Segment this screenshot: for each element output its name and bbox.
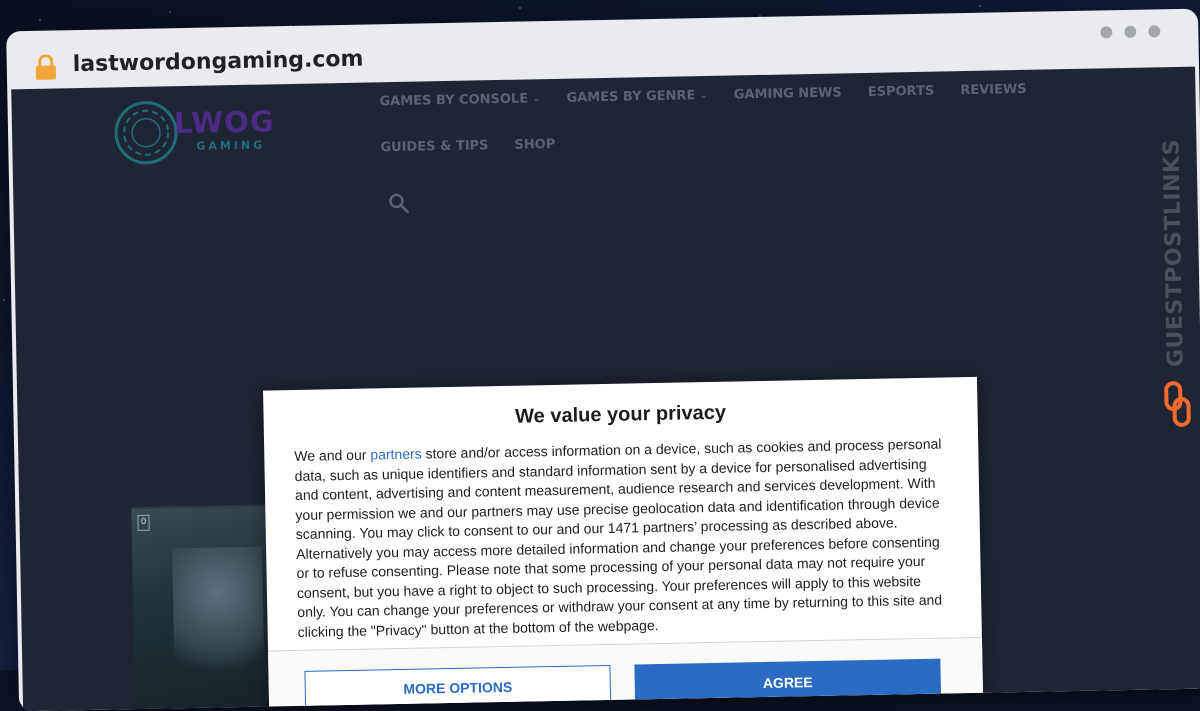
nav-label: GAMES BY CONSOLE bbox=[379, 90, 529, 109]
privacy-consent-dialog: We value your privacy We and our partner… bbox=[263, 376, 984, 711]
nav-label: GAMING NEWS bbox=[733, 84, 842, 102]
window-dot-1[interactable] bbox=[1100, 26, 1113, 39]
consent-body: We and our partners store and/or access … bbox=[294, 434, 954, 642]
partners-link[interactable]: partners bbox=[370, 446, 422, 463]
nav-games-by-genre[interactable]: GAMES BY GENRE ⌄ bbox=[566, 75, 734, 116]
lock-icon bbox=[35, 54, 57, 80]
nav-label: SHOP bbox=[514, 136, 556, 153]
article-thumbnail[interactable]: 0 bbox=[131, 504, 286, 710]
logo-text: LWOG bbox=[173, 104, 275, 141]
consent-text-end: store and/or access information on a dev… bbox=[294, 435, 943, 640]
chain-link-icon bbox=[1164, 381, 1191, 427]
guestpostlinks-watermark: GUESTPOSTLINKS bbox=[1154, 117, 1196, 428]
chevron-down-icon: ⌄ bbox=[532, 92, 541, 104]
nav-reviews[interactable]: REVIEWS bbox=[960, 69, 1053, 109]
search-icon[interactable] bbox=[387, 192, 409, 214]
more-options-button[interactable]: MORE OPTIONS bbox=[304, 664, 612, 711]
main-nav: GAMES BY CONSOLE ⌄ GAMES BY GENRE ⌄ GAMI… bbox=[379, 68, 1100, 166]
nav-esports[interactable]: ESPORTS bbox=[867, 71, 960, 111]
address-bar-url[interactable]: lastwordongaming.com bbox=[73, 47, 364, 78]
thumbnail-tag: 0 bbox=[137, 514, 150, 532]
page-viewport: LWOG GAMING GAMES BY CONSOLE ⌄ GAMES BY … bbox=[11, 66, 1200, 711]
agree-button[interactable]: AGREE bbox=[634, 658, 942, 707]
nav-guides-tips[interactable]: GUIDES & TIPS bbox=[380, 126, 515, 167]
window-dot-2[interactable] bbox=[1124, 25, 1137, 38]
watermark-text: GUESTPOSTLINKS bbox=[1159, 138, 1189, 368]
window-controls bbox=[1100, 25, 1161, 39]
nav-games-by-console[interactable]: GAMES BY CONSOLE ⌄ bbox=[379, 79, 567, 121]
nav-label: REVIEWS bbox=[960, 81, 1027, 98]
nav-gaming-news[interactable]: GAMING NEWS bbox=[733, 73, 868, 114]
nav-label: GUIDES & TIPS bbox=[380, 137, 489, 155]
consent-text-start: We and our bbox=[294, 446, 371, 464]
consent-footer: MORE OPTIONS AGREE bbox=[268, 636, 984, 711]
chevron-down-icon: ⌄ bbox=[699, 89, 708, 101]
nav-label: ESPORTS bbox=[867, 83, 935, 100]
nav-label: GAMES BY GENRE bbox=[566, 87, 696, 106]
consent-title: We value your privacy bbox=[514, 401, 727, 428]
logo-ring-icon bbox=[114, 101, 178, 165]
nav-shop[interactable]: SHOP bbox=[514, 124, 582, 163]
site-logo[interactable]: LWOG GAMING bbox=[109, 94, 300, 170]
window-dot-3[interactable] bbox=[1148, 25, 1161, 38]
browser-window: lastwordongaming.com LWOG GAMING GAMES B… bbox=[6, 8, 1200, 711]
thumbnail-figure bbox=[172, 546, 265, 699]
logo-subtext: GAMING bbox=[196, 138, 266, 153]
